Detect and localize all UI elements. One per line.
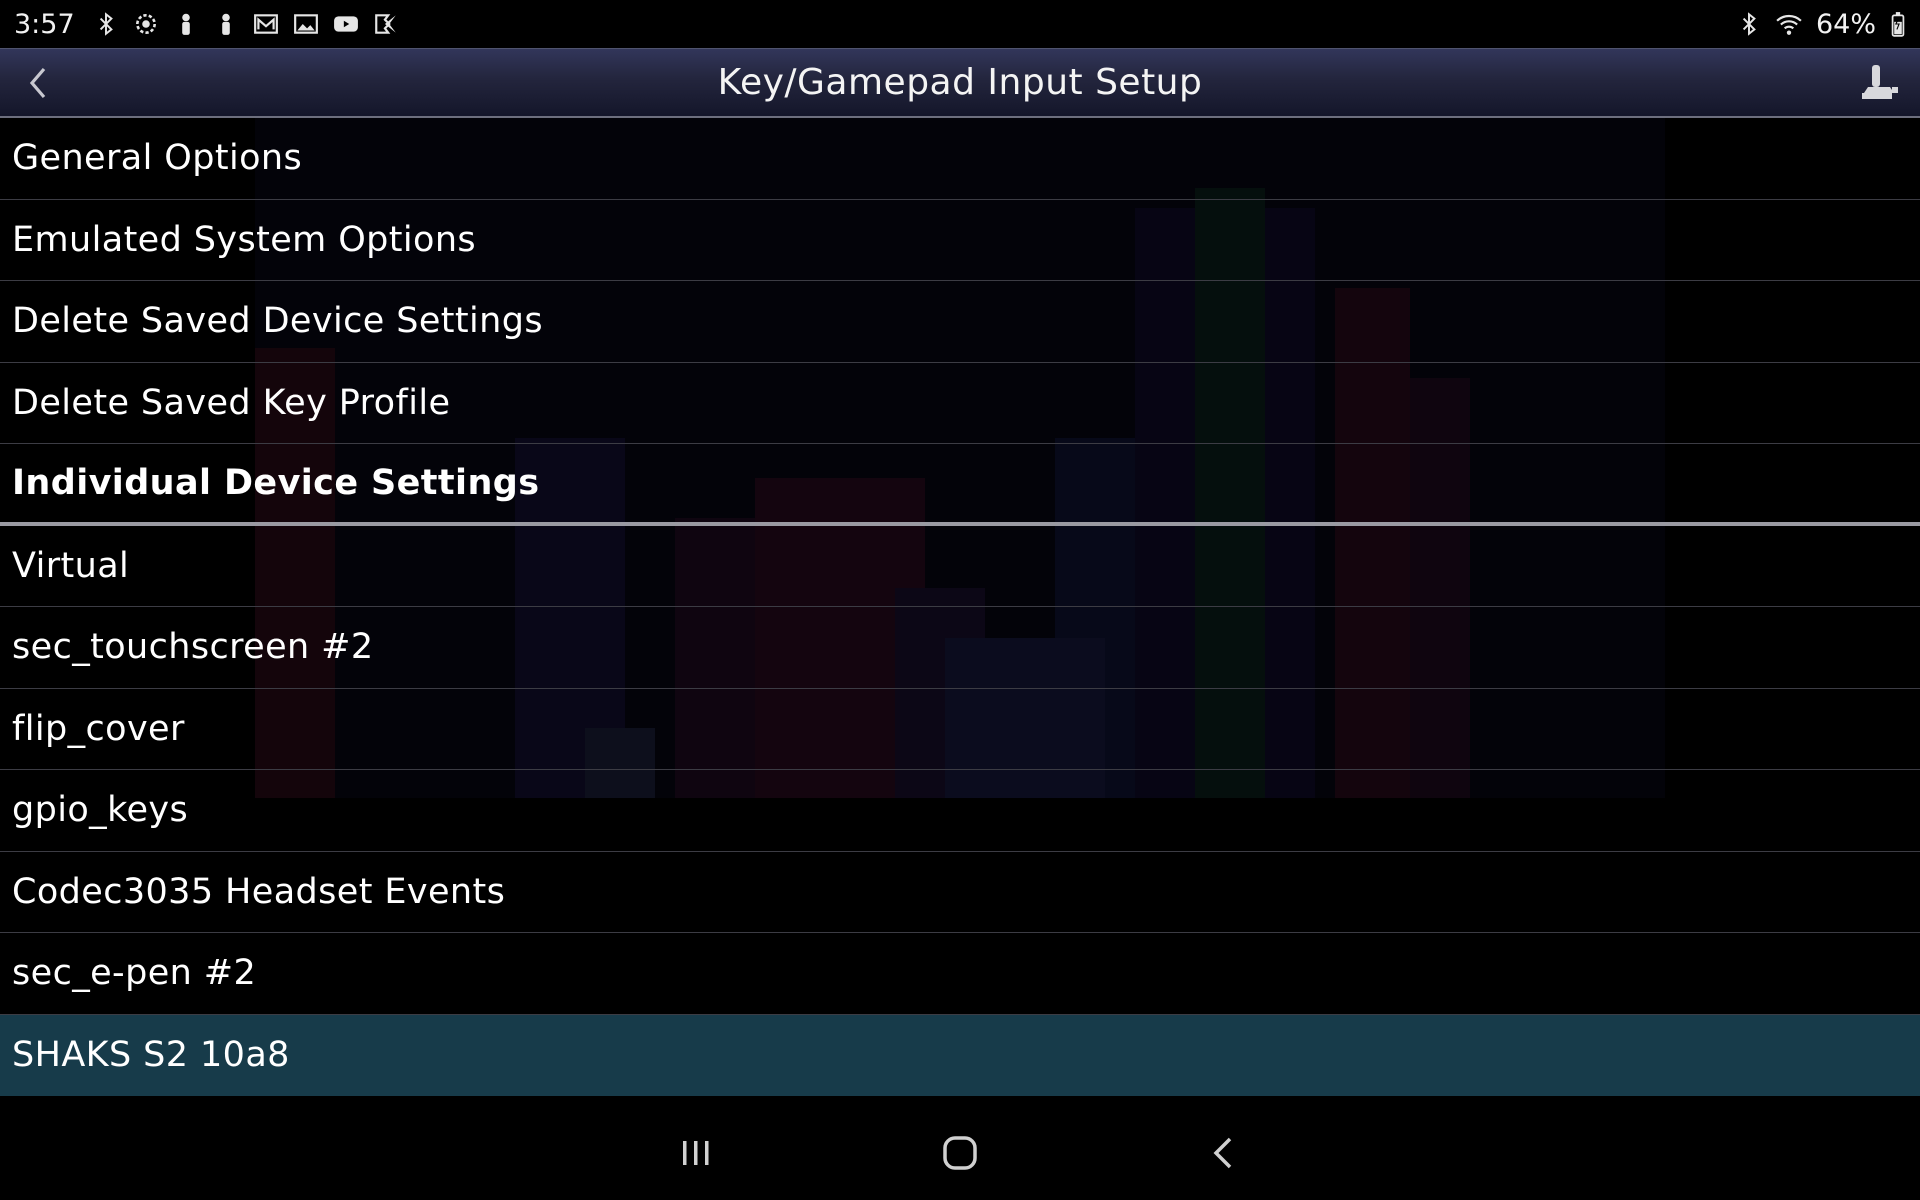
device-item-virtual[interactable]: Virtual (0, 525, 1920, 607)
page-title: Key/Gamepad Input Setup (717, 62, 1203, 103)
device-item-flip-cover[interactable]: flip_cover (0, 688, 1920, 770)
bluetooth-icon (1736, 11, 1762, 37)
device-item-label: gpio_keys (12, 790, 189, 831)
person-icon (213, 11, 239, 37)
status-left: 3:57 (14, 9, 399, 40)
list-area: General Options Emulated System Options … (0, 118, 1920, 1103)
device-item-sec-touchscreen[interactable]: sec_touchscreen #2 (0, 607, 1920, 689)
recents-button[interactable] (666, 1123, 726, 1183)
mail-icon (253, 11, 279, 37)
person-icon (173, 11, 199, 37)
wifi-icon (1776, 11, 1802, 37)
joystick-icon (1862, 65, 1898, 99)
status-time: 3:57 (14, 8, 75, 40)
device-item-label: flip_cover (12, 708, 185, 749)
menu-item-general-options[interactable]: General Options (0, 118, 1920, 200)
back-icon (1213, 1137, 1232, 1169)
device-item-sec-e-pen[interactable]: sec_e-pen #2 (0, 933, 1920, 1015)
battery-icon (1890, 11, 1906, 37)
device-item-label: Virtual (12, 545, 130, 586)
play-store-icon (373, 11, 399, 37)
gallery-icon (293, 11, 319, 37)
joystick-button[interactable] (1854, 57, 1906, 109)
youtube-icon (333, 11, 359, 37)
menu-list: General Options Emulated System Options … (0, 118, 1920, 1096)
nav-back-button[interactable] (1194, 1123, 1254, 1183)
recents-icon (683, 1141, 709, 1165)
device-item-shaks-s2[interactable]: SHAKS S2 10a8 (0, 1014, 1920, 1096)
screen: 3:57 64% Key/Gamepad Input Setup General… (0, 0, 1920, 1200)
chevron-left-icon (29, 67, 46, 99)
device-item-codec3035-headset-events[interactable]: Codec3035 Headset Events (0, 851, 1920, 933)
device-item-gpio-keys[interactable]: gpio_keys (0, 770, 1920, 852)
menu-item-emulated-system-options[interactable]: Emulated System Options (0, 199, 1920, 281)
home-icon (943, 1136, 977, 1170)
home-button[interactable] (930, 1123, 990, 1183)
menu-item-delete-saved-device-settings[interactable]: Delete Saved Device Settings (0, 281, 1920, 363)
device-item-label: sec_touchscreen #2 (12, 627, 374, 668)
battery-percent: 64% (1815, 8, 1876, 40)
navigation-bar (0, 1103, 1920, 1200)
menu-item-label: Emulated System Options (12, 219, 477, 260)
bluetooth-icon (93, 11, 119, 37)
menu-item-label: Delete Saved Key Profile (12, 382, 451, 423)
app-bar: Key/Gamepad Input Setup (0, 48, 1920, 118)
status-bar: 3:57 64% (0, 0, 1920, 48)
device-item-label: Codec3035 Headset Events (12, 871, 506, 912)
section-heading-label: Individual Device Settings (12, 462, 540, 503)
status-right: 64% (1736, 9, 1906, 40)
menu-item-label: Delete Saved Device Settings (12, 301, 543, 342)
menu-item-delete-saved-key-profile[interactable]: Delete Saved Key Profile (0, 362, 1920, 444)
section-heading-individual-device-settings: Individual Device Settings (0, 444, 1920, 526)
device-item-label: sec_e-pen #2 (12, 953, 257, 994)
menu-item-label: General Options (12, 138, 303, 179)
device-item-label: SHAKS S2 10a8 (12, 1035, 290, 1076)
settings-badge-icon (133, 11, 159, 37)
back-button[interactable] (14, 59, 62, 107)
